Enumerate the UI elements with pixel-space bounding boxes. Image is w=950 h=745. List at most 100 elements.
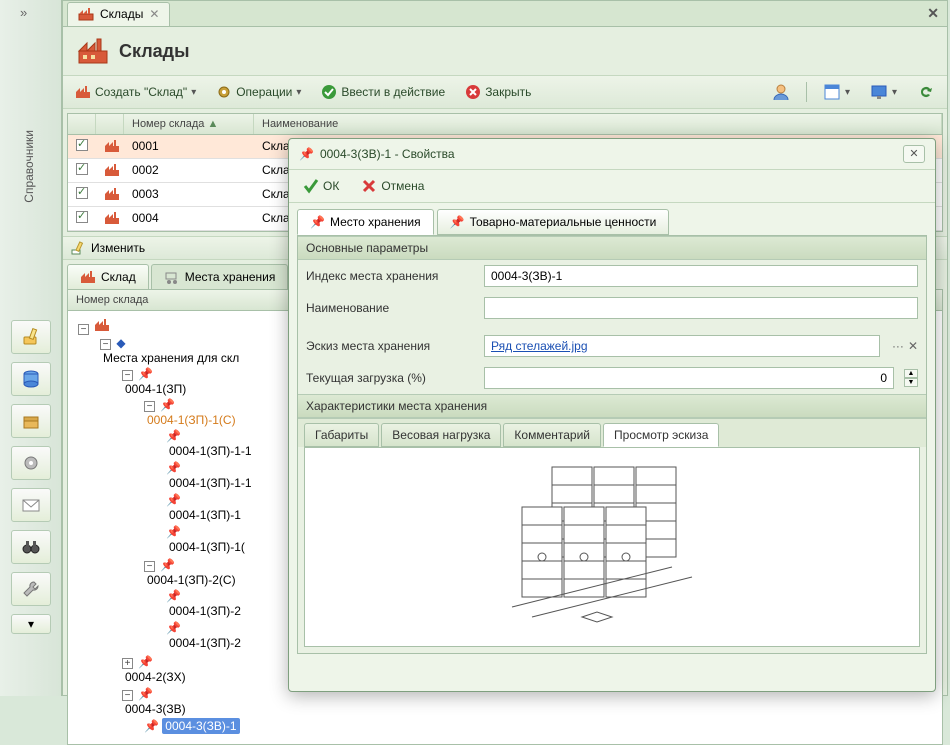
- cart-icon: [164, 270, 180, 284]
- sketch-link[interactable]: Ряд стелажей.jpg: [484, 335, 880, 357]
- input-load[interactable]: [484, 367, 894, 389]
- screen-icon-button[interactable]: ▾: [866, 80, 901, 104]
- close-circle-icon: [465, 84, 481, 100]
- section-main-params: Основные параметры: [298, 236, 926, 260]
- expander-icon[interactable]: −: [122, 370, 133, 381]
- mini-btn-box[interactable]: [11, 404, 51, 438]
- factory-icon: [80, 270, 96, 284]
- spinner[interactable]: ▲▼: [904, 369, 918, 387]
- checkbox-icon[interactable]: [76, 211, 88, 223]
- subtab-warehouse[interactable]: Склад: [67, 264, 149, 289]
- chevron-down-icon: ▾: [296, 87, 301, 98]
- factory-icon: [94, 318, 110, 332]
- section-characteristics: Характеристики места хранения: [298, 394, 926, 418]
- checkbox-icon[interactable]: [76, 139, 88, 151]
- tree-node[interactable]: 0004-3(ЗВ): [122, 701, 936, 717]
- refresh-button[interactable]: [913, 80, 939, 104]
- gear-icon: [216, 84, 232, 100]
- dialog-title: 0004-3(ЗВ)-1 - Свойства: [320, 147, 455, 161]
- tree-node-selected[interactable]: 0004-3(ЗВ)-1: [162, 718, 239, 734]
- pin-icon: 📌: [160, 558, 175, 572]
- col-number[interactable]: Номер склада ▲: [124, 114, 254, 134]
- label-index: Индекс места хранения: [306, 269, 476, 283]
- cancel-button[interactable]: Отмена: [357, 175, 428, 197]
- operations-button[interactable]: Операции ▾: [212, 81, 305, 103]
- chartab-comment[interactable]: Комментарий: [503, 423, 601, 447]
- main-toolbar: Создать "Склад" ▾ Операции ▾ Ввести в де…: [63, 75, 947, 109]
- pin-icon: 📌: [450, 215, 465, 229]
- screen-icon: [870, 83, 888, 101]
- label-load: Текущая загрузка (%): [306, 371, 476, 385]
- chartab-weight[interactable]: Весовая нагрузка: [381, 423, 501, 447]
- activate-button[interactable]: Ввести в действие: [317, 81, 449, 103]
- factory-large-icon: [77, 37, 109, 65]
- characteristic-tabs: Габариты Весовая нагрузка Комментарий Пр…: [298, 418, 926, 447]
- checkbox-icon[interactable]: [76, 163, 88, 175]
- mini-toolbar: ▾: [0, 320, 62, 634]
- pin-icon: 📌: [138, 655, 153, 669]
- edit-button[interactable]: Изменить: [91, 241, 145, 255]
- mini-btn-more[interactable]: ▾: [11, 614, 51, 634]
- chevron-down-icon: ▾: [191, 87, 196, 98]
- x-icon: [361, 178, 377, 194]
- expander-icon[interactable]: −: [78, 324, 89, 335]
- dialog-tab-storage[interactable]: 📌 Место хранения: [297, 209, 434, 235]
- tab-close-icon[interactable]: ✕: [149, 7, 159, 21]
- pin-icon: 📌: [166, 525, 181, 539]
- mini-btn-wrench[interactable]: [11, 572, 51, 606]
- close-button[interactable]: Закрыть: [461, 81, 535, 103]
- check-icon: [303, 178, 319, 194]
- mini-btn-gear[interactable]: [11, 446, 51, 480]
- window-icon: [823, 83, 841, 101]
- label-name: Наименование: [306, 301, 476, 315]
- expander-icon[interactable]: −: [144, 561, 155, 572]
- browse-button[interactable]: ···: [892, 339, 904, 353]
- subtab-storage[interactable]: Места хранения: [151, 264, 289, 289]
- dialog-tab-goods[interactable]: 📌 Товарно-материальные ценности: [437, 209, 670, 235]
- input-index[interactable]: [484, 265, 918, 287]
- window-close-icon[interactable]: ✕: [927, 5, 939, 22]
- user-icon: [772, 83, 790, 101]
- tab-warehouses[interactable]: Склады ✕: [67, 2, 170, 26]
- factory-icon: [104, 187, 120, 201]
- mini-btn-binoculars[interactable]: [11, 530, 51, 564]
- pin-icon: 📌: [166, 493, 181, 507]
- expander-icon[interactable]: −: [100, 339, 111, 350]
- refresh-icon: [917, 83, 935, 101]
- dialog-close-button[interactable]: ✕: [903, 145, 925, 163]
- expander-icon[interactable]: +: [122, 658, 133, 669]
- pin-icon: 📌: [166, 589, 181, 603]
- grid-header: Номер склада ▲ Наименование: [68, 114, 942, 135]
- create-button[interactable]: Создать "Склад" ▾: [71, 82, 200, 102]
- input-name[interactable]: [484, 297, 918, 319]
- pin-icon: 📌: [166, 621, 181, 635]
- shelving-sketch-icon: [502, 457, 722, 637]
- ok-button[interactable]: ОК: [299, 175, 343, 197]
- dialog-body: Основные параметры Индекс места хранения…: [297, 235, 927, 654]
- page-header: Склады: [63, 27, 947, 75]
- mini-btn-db[interactable]: [11, 362, 51, 396]
- label-sketch: Эскиз места хранения: [306, 339, 476, 353]
- sidebar-label[interactable]: Справочники: [22, 130, 36, 203]
- mini-btn-mail[interactable]: [11, 488, 51, 522]
- factory-icon: [78, 7, 94, 21]
- properties-dialog: 📌 0004-3(ЗВ)-1 - Свойства ✕ ОК Отмена 📌 …: [288, 138, 936, 692]
- sidebar-collapse-button[interactable]: »: [20, 5, 27, 20]
- dialog-buttons: ОК Отмена: [289, 170, 935, 203]
- page-title: Склады: [119, 41, 189, 62]
- col-name[interactable]: Наименование: [254, 114, 942, 134]
- factory-icon: [104, 139, 120, 153]
- expander-icon[interactable]: −: [144, 401, 155, 412]
- checkbox-icon[interactable]: [76, 187, 88, 199]
- window-icon-button[interactable]: ▾: [819, 80, 854, 104]
- sidebar-panel: » Справочники ▾: [0, 0, 62, 696]
- mini-btn-edit[interactable]: [11, 320, 51, 354]
- chartab-preview[interactable]: Просмотр эскиза: [603, 423, 719, 447]
- pin-icon: 📌: [138, 367, 153, 381]
- user-icon-button[interactable]: [768, 80, 794, 104]
- factory-icon: [104, 211, 120, 225]
- clear-button[interactable]: ✕: [908, 339, 918, 353]
- chartab-dims[interactable]: Габариты: [304, 423, 379, 447]
- pin-icon: 📌: [144, 719, 159, 733]
- dialog-titlebar[interactable]: 📌 0004-3(ЗВ)-1 - Свойства ✕: [289, 139, 935, 170]
